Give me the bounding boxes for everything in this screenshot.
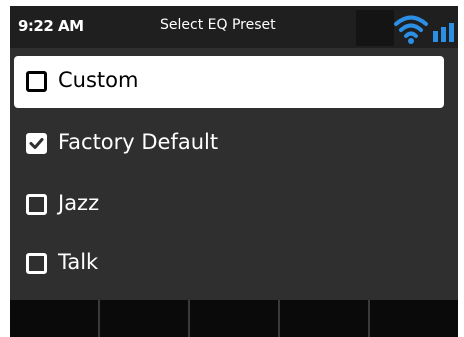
preset-item-factory-default[interactable]: Factory Default: [14, 118, 444, 170]
preset-label: Factory Default: [58, 130, 219, 154]
softkey-4[interactable]: [280, 300, 370, 337]
checkbox-unchecked-icon[interactable]: [26, 253, 47, 274]
checkmark-icon: [29, 138, 44, 149]
softkey-2[interactable]: [100, 300, 190, 337]
preset-label: Custom: [58, 68, 139, 92]
screen-title: Select EQ Preset: [160, 17, 276, 33]
checkbox-unchecked-icon[interactable]: [26, 194, 47, 215]
status-time: 9:22 AM: [18, 17, 84, 35]
softkey-bar: [10, 300, 458, 337]
device-screen: 9:22 AM Select EQ Preset Custom Factory …: [10, 6, 458, 337]
preset-label: Jazz: [58, 191, 100, 215]
preset-label: Talk: [58, 250, 99, 274]
softkey-3[interactable]: [190, 300, 280, 337]
status-indicator-box: [356, 10, 394, 46]
softkey-5[interactable]: [370, 300, 458, 337]
softkey-1[interactable]: [10, 300, 100, 337]
checkbox-unchecked-icon[interactable]: [26, 71, 47, 92]
preset-item-jazz[interactable]: Jazz: [14, 179, 444, 231]
signal-bars-icon: [433, 23, 454, 42]
status-bar: 9:22 AM Select EQ Preset: [10, 6, 458, 48]
checkbox-checked-icon[interactable]: [26, 133, 47, 154]
preset-item-custom[interactable]: Custom: [14, 56, 444, 108]
wifi-icon: [394, 15, 428, 44]
preset-item-talk[interactable]: Talk: [14, 238, 444, 290]
